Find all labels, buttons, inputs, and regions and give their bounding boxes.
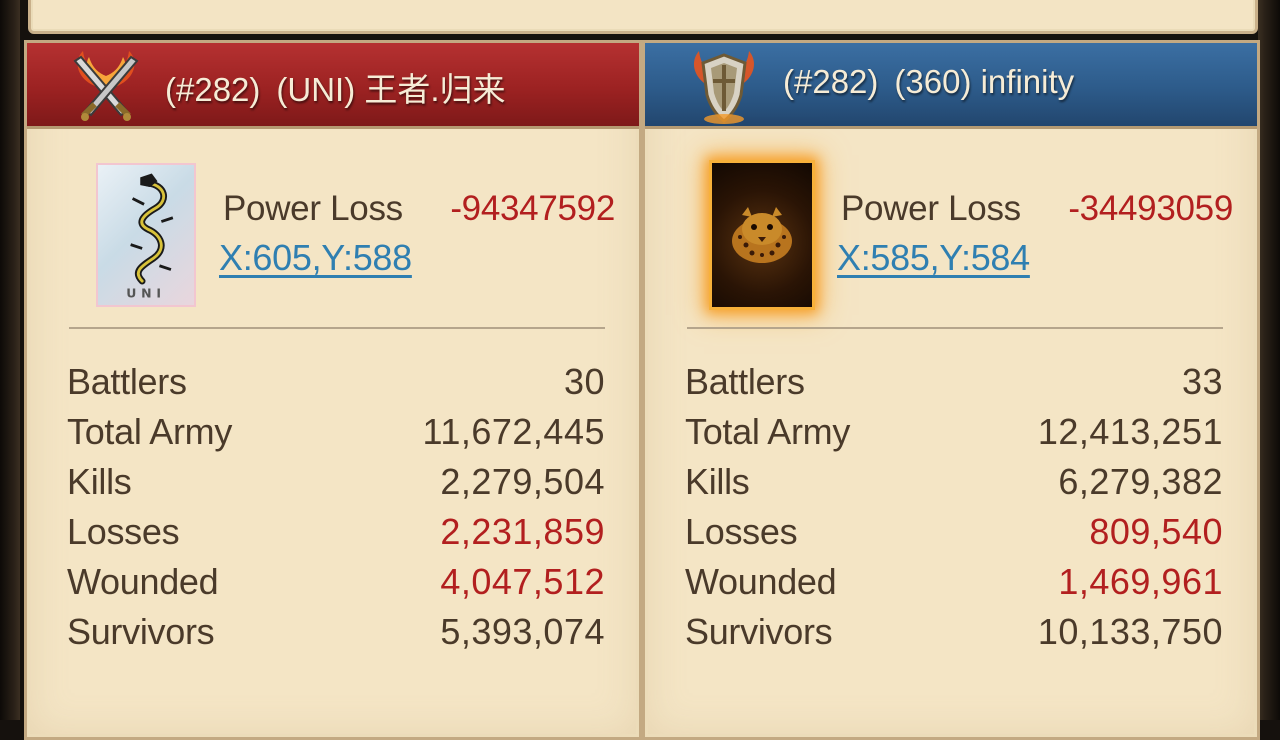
stat-label: Survivors (685, 611, 833, 652)
defender-title: (#282) (360) infinity (783, 63, 1074, 101)
stat-label: Kills (67, 461, 132, 502)
stat-label: Wounded (685, 561, 837, 602)
stat-label: Battlers (67, 361, 187, 402)
defender-guild-name: (360) infinity (894, 63, 1075, 100)
stat-label: Kills (685, 461, 750, 502)
stat-row-survivors: Survivors 10,133,750 (685, 611, 1223, 661)
stat-row-wounded: Wounded 4,047,512 (67, 561, 605, 611)
stat-value: 30 (563, 361, 605, 402)
stat-row-kills: Kills 2,279,504 (67, 461, 605, 511)
top-panel (28, 0, 1258, 34)
stat-row-losses: Losses 809,540 (685, 511, 1223, 561)
avatar-text: UNI (126, 285, 166, 300)
leopard-icon (732, 207, 792, 263)
attacker-avatar[interactable]: UNI (96, 163, 196, 307)
attacker-power-loss-value: -94347592 (450, 189, 615, 228)
divider (69, 327, 605, 329)
stat-value: 809,540 (1089, 511, 1223, 552)
defender-banner: (#282) (360) infinity (645, 43, 1257, 129)
right-frame (1258, 0, 1280, 720)
crossed-swords-icon (61, 49, 151, 125)
stat-row-kills: Kills 6,279,382 (685, 461, 1223, 511)
attacker-stats: Battlers 30 Total Army 11,672,445 Kills … (67, 361, 605, 661)
dragon-icon: UNI (126, 173, 174, 300)
defender-coordinates-link[interactable]: X:585,Y:584 (837, 237, 1030, 279)
stat-label: Survivors (67, 611, 215, 652)
stat-label: Losses (67, 511, 180, 552)
stat-value: 11,672,445 (422, 411, 605, 452)
stat-label: Total Army (685, 411, 851, 452)
stat-value: 2,231,859 (440, 511, 605, 552)
stat-row-losses: Losses 2,231,859 (67, 511, 605, 561)
divider (687, 327, 1223, 329)
stat-value: 5,393,074 (440, 611, 605, 652)
attacker-title: (#282) (UNI) 王者.归来 (165, 63, 506, 111)
defender-power-loss-label: Power Loss (841, 189, 1021, 228)
defender-avatar[interactable] (712, 163, 812, 307)
stat-value: 2,279,504 (440, 461, 605, 502)
attacker-panel: (#282) (UNI) 王者.归来 UNI Power Loss -943475… (24, 40, 642, 740)
stat-row-survivors: Survivors 5,393,074 (67, 611, 605, 661)
stat-label: Wounded (67, 561, 219, 602)
defender-panel: (#282) (360) infinity Power Loss -3449305… (642, 40, 1260, 740)
stat-row-battlers: Battlers 33 (685, 361, 1223, 411)
attacker-power-loss-label: Power Loss (223, 189, 403, 228)
stat-value: 1,469,961 (1058, 561, 1223, 602)
defender-power-loss-value: -34493059 (1068, 189, 1233, 228)
attacker-rank: (#282) (165, 71, 261, 108)
stat-row-wounded: Wounded 1,469,961 (685, 561, 1223, 611)
stat-label: Battlers (685, 361, 805, 402)
stat-label: Losses (685, 511, 798, 552)
stat-row-total-army: Total Army 11,672,445 (67, 411, 605, 461)
stat-value: 6,279,382 (1058, 461, 1223, 502)
shield-icon (679, 49, 769, 125)
stat-row-total-army: Total Army 12,413,251 (685, 411, 1223, 461)
attacker-banner: (#282) (UNI) 王者.归来 (27, 43, 639, 129)
stat-value: 33 (1181, 361, 1223, 402)
stat-label: Total Army (67, 411, 233, 452)
stat-value: 4,047,512 (440, 561, 605, 602)
attacker-coordinates-link[interactable]: X:605,Y:588 (219, 237, 412, 279)
stat-value: 12,413,251 (1037, 411, 1223, 452)
stat-value: 10,133,750 (1037, 611, 1223, 652)
stat-row-battlers: Battlers 30 (67, 361, 605, 411)
attacker-guild-name: (UNI) 王者.归来 (276, 71, 506, 108)
left-frame (0, 0, 20, 720)
defender-rank: (#282) (783, 63, 879, 100)
defender-stats: Battlers 33 Total Army 12,413,251 Kills … (685, 361, 1223, 661)
